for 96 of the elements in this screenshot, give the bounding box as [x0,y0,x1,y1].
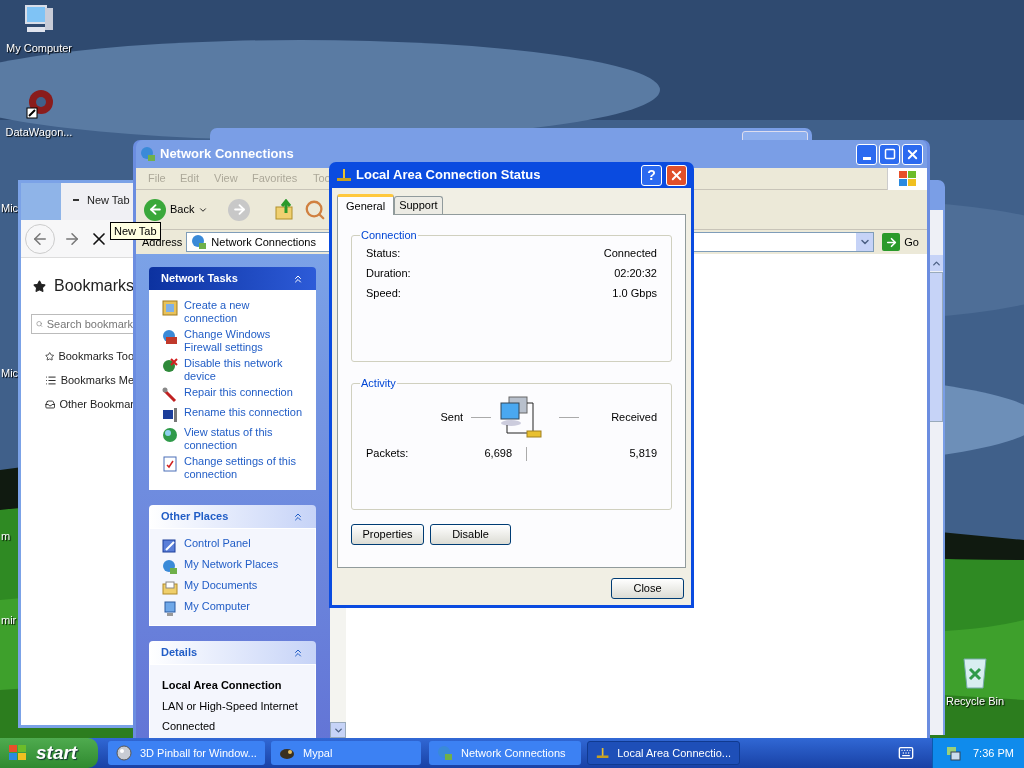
globe-icon [162,427,178,443]
network-globe-icon [162,559,178,575]
panel-header[interactable]: Details [149,641,316,664]
bookmark-folder[interactable]: Bookmarks Me [45,372,134,389]
desktop-icon-label: Mic [1,366,19,381]
help-button[interactable]: ? [641,164,662,186]
panel-header[interactable]: Other Places [149,505,316,528]
field-value: Connected [603,245,657,259]
desktop-icon-label: My Computer [6,41,72,56]
go-button[interactable]: Go [882,233,919,251]
monitor-icon [162,407,178,423]
desktop-icon-label: Mic [1,201,19,216]
sent-label: Sent [440,410,464,426]
close-dialog-button[interactable]: Close [611,578,684,599]
field-value: 02:20:32 [614,265,657,279]
tab[interactable]: General [337,194,395,215]
field-label: Duration: [366,265,411,279]
field-label: Status: [366,245,401,259]
task-link[interactable]: View status of this connection [184,426,303,452]
bookmark-folder[interactable]: Other Bookmar [45,396,134,413]
maximize-button[interactable] [879,143,900,165]
start-button[interactable]: start [0,738,98,768]
recycle-bin-icon[interactable] [960,655,990,689]
folder-icon [162,580,178,596]
wrench-icon [162,387,178,403]
task-link[interactable]: Rename this connection [184,406,303,419]
star-icon [33,277,46,295]
task-link[interactable]: Repair this connection [184,386,303,399]
computer-icon [162,601,178,617]
desktop-icon-label: m [1,529,11,544]
windows-logo-icon [8,744,28,762]
desktop-icon-label: mir [1,613,17,628]
maximize-icon [883,148,896,160]
scroll-down-button[interactable] [330,722,346,738]
network-globe-icon [191,234,208,250]
task-link[interactable]: Control Panel [184,537,303,550]
taskbar-button[interactable]: 3D Pinball for Window... [108,741,265,765]
minimize-button[interactable] [856,143,877,165]
task-link[interactable]: Disable this network device [184,357,303,383]
brick-globe-icon [162,329,178,345]
ball-icon [116,745,132,761]
network-cable-icon [596,745,610,761]
globe-icon [162,358,178,374]
bookmark-folder[interactable]: Bookmarks Too [45,348,134,365]
field-label: Packets: [366,446,410,462]
search-field[interactable]: Search bookmark [31,314,134,334]
dropdown-button[interactable] [856,233,874,251]
task-link[interactable]: Create a new connection [184,299,303,325]
task-link[interactable]: Change Windows Firewall settings [184,328,303,354]
picture-frame-icon [162,300,178,316]
window-title: Network Connections [160,145,295,164]
details-text: LAN or High-Speed Internet [162,698,299,714]
search-icon [36,318,43,330]
back-button[interactable]: Back [144,198,209,221]
network-globe-icon [437,745,453,761]
taskbar-button[interactable]: Local Area Connectio... [587,741,740,765]
desktop-icon-label: Recycle Bin [945,694,1005,709]
task-link[interactable]: My Network Places [184,558,303,571]
sidebar-title: Bookmarks [53,276,134,296]
taskbar-button[interactable]: Mypal [271,741,421,765]
task-link[interactable]: My Documents [184,579,303,592]
close-button[interactable] [902,143,923,165]
field-label: Speed: [366,285,401,299]
clock: 7:36 PM [973,745,1014,761]
group-title: Connection [360,228,418,243]
task-link[interactable]: My Computer [184,600,303,613]
panel-header[interactable]: Network Tasks [149,267,316,290]
network-globe-icon [140,146,156,162]
dialog-button[interactable]: Disable [430,524,511,545]
tab[interactable]: Support [394,196,443,214]
field-value: 1.0 Gbps [612,285,657,299]
window-title: Local Area Connection Status [356,166,542,185]
details-heading: Local Area Connection [162,678,283,693]
control-panel-icon [162,538,178,554]
details-text: Connected [162,719,217,734]
desktop-icon-label: DataWagon... [5,125,73,140]
dialog-button[interactable]: Properties [351,524,424,545]
received-label: Received [611,410,657,426]
group-title: Activity [360,376,397,391]
gear-shortcut-icon[interactable] [23,88,55,120]
search-icon[interactable] [304,198,327,221]
forward-arrow-icon [231,202,247,217]
sent-count: 6,698 [483,446,512,462]
list-icon [45,374,57,387]
task-link[interactable]: Change settings of this connection [184,455,303,481]
keyboard-icon[interactable] [898,745,914,761]
received-count: 5,819 [629,446,657,462]
tooltip: New Tab [110,222,161,240]
windows-logo-icon [887,167,927,190]
taskbar-button[interactable]: Network Connections [429,741,581,765]
network-cable-icon [336,167,352,183]
document-icon [162,456,178,472]
tray-icon [45,398,56,411]
star-icon [45,350,55,363]
network-tray-icon[interactable] [945,745,961,761]
close-button[interactable] [666,164,687,186]
